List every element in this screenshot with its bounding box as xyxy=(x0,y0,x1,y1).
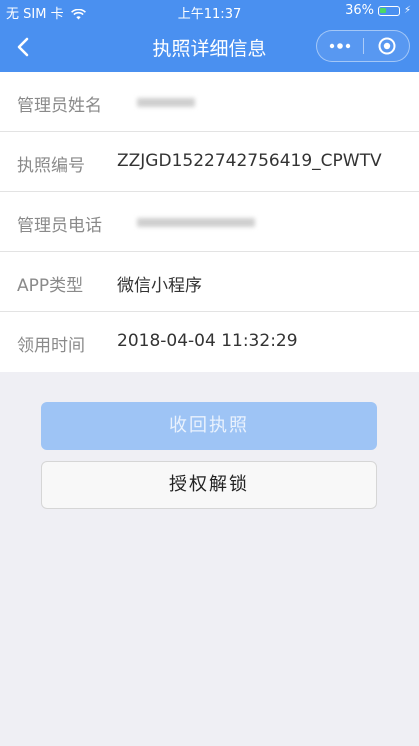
license-info-list: 管理员姓名 执照编号 ZZJGD1522742756419_CPWTV 管理员电… xyxy=(0,72,419,372)
claim-time-value: 2018-04-04 11:32:29 xyxy=(117,331,298,351)
close-button[interactable] xyxy=(364,31,409,61)
battery-percent: 36% xyxy=(345,3,374,18)
charging-icon: ⚡ xyxy=(403,5,411,16)
status-bar: 无 SIM 卡 上午11:37 36% ⚡ xyxy=(0,0,419,22)
app-type-label: APP类型 xyxy=(17,276,84,296)
battery-fill xyxy=(379,7,386,13)
app-type-row: APP类型 微信小程序 xyxy=(0,252,419,312)
miniprogram-capsule xyxy=(316,30,410,62)
license-number-row: 执照编号 ZZJGD1522742756419_CPWTV xyxy=(0,132,419,192)
redacted-admin-name xyxy=(137,98,195,107)
admin-phone-label: 管理员电话 xyxy=(17,216,102,236)
revoke-license-button[interactable]: 收回执照 xyxy=(41,402,377,450)
redacted-admin-phone xyxy=(137,218,255,227)
app-type-value: 微信小程序 xyxy=(117,276,202,296)
admin-phone-row: 管理员电话 xyxy=(0,192,419,252)
admin-name-label: 管理员姓名 xyxy=(17,96,102,116)
navigation-bar: 执照详细信息 xyxy=(0,22,419,72)
claim-time-label: 领用时间 xyxy=(17,336,85,356)
more-icon xyxy=(329,43,351,49)
license-number-label: 执照编号 xyxy=(17,156,85,176)
app-header: 无 SIM 卡 上午11:37 36% ⚡ 执照详细信息 xyxy=(0,0,419,72)
claim-time-row: 领用时间 2018-04-04 11:32:29 xyxy=(0,312,419,372)
license-number-value: ZZJGD1522742756419_CPWTV xyxy=(117,151,382,171)
status-right: 36% ⚡ xyxy=(345,3,411,18)
admin-name-row: 管理员姓名 xyxy=(0,72,419,132)
authorize-unlock-button[interactable]: 授权解锁 xyxy=(41,461,377,509)
more-button[interactable] xyxy=(317,31,363,61)
battery-icon xyxy=(377,5,400,16)
close-icon xyxy=(378,37,395,55)
